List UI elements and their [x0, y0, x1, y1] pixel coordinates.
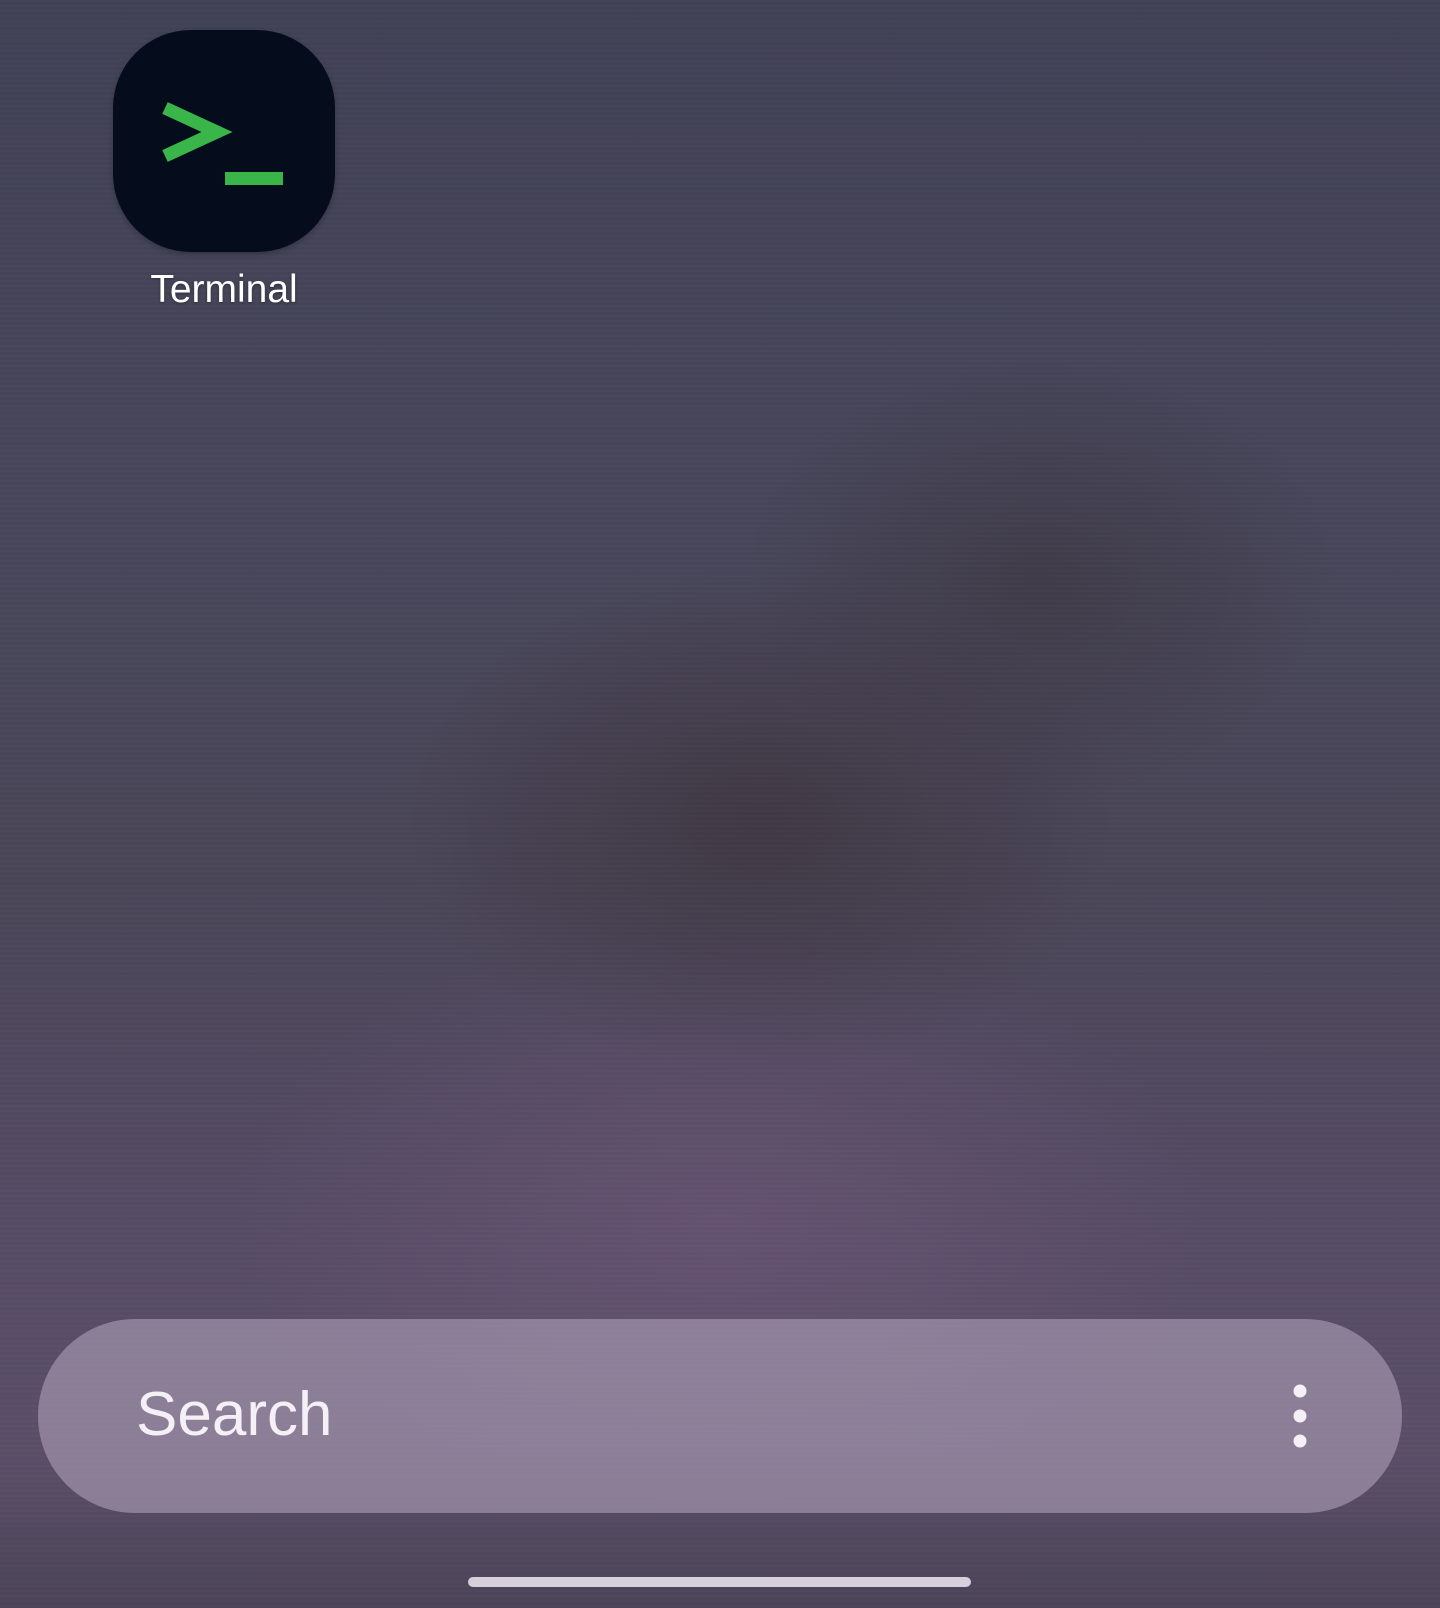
app-label-terminal: Terminal: [150, 268, 298, 311]
search-placeholder: Search: [136, 1380, 333, 1449]
home-indicator[interactable]: [468, 1577, 971, 1587]
app-terminal[interactable]: Terminal: [106, 30, 342, 312]
more-vert-icon: [1293, 1384, 1307, 1448]
search-bar[interactable]: Search: [38, 1319, 1402, 1513]
terminal-icon: [113, 30, 335, 252]
more-options-button[interactable]: [1274, 1381, 1326, 1451]
